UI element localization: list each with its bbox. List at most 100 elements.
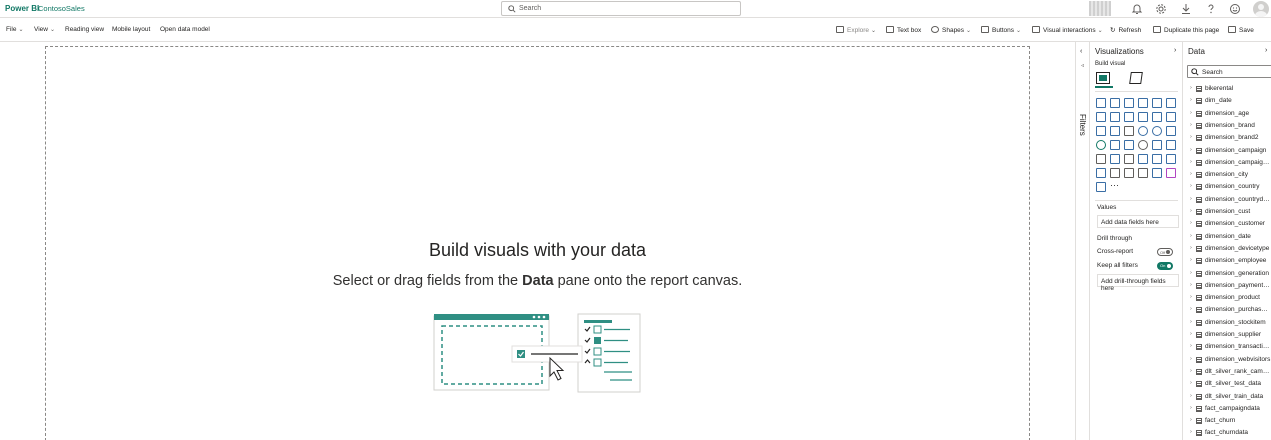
area-chart-icon[interactable]	[1110, 112, 1120, 122]
shapes-button[interactable]: Shapes ⌄	[931, 26, 971, 34]
data-table-item[interactable]: › dimension_campaign	[1183, 145, 1271, 157]
clustered-column-chart-icon[interactable]	[1138, 98, 1148, 108]
filled-map-icon[interactable]	[1110, 140, 1120, 150]
smart-narrative-icon[interactable]	[1096, 182, 1106, 192]
data-table-item[interactable]: › dim_date	[1183, 95, 1271, 107]
qna-icon[interactable]	[1096, 168, 1106, 178]
chevron-right-icon[interactable]: ›	[1190, 134, 1192, 140]
line-chart-icon[interactable]	[1096, 112, 1106, 122]
data-table-item[interactable]: › dimension_employee	[1183, 255, 1271, 267]
data-table-item[interactable]: › dimension_transactiont...	[1183, 341, 1271, 353]
cross-report-toggle[interactable]: Off	[1157, 248, 1173, 256]
data-table-item[interactable]: › dimension_devicetype	[1183, 243, 1271, 255]
notifications-icon[interactable]	[1131, 3, 1143, 15]
data-table-item[interactable]: › dimension_customer	[1183, 218, 1271, 230]
data-table-item[interactable]: › fact_churn	[1183, 415, 1271, 427]
chevron-right-icon[interactable]: ›	[1190, 147, 1192, 153]
stacked-bar-chart-icon[interactable]	[1096, 98, 1106, 108]
decomposition-tree-icon[interactable]	[1166, 154, 1176, 164]
chevron-right-icon[interactable]: ›	[1190, 417, 1192, 423]
data-table-item[interactable]: › dimension_city	[1183, 169, 1271, 181]
line-and-clustered-column-icon[interactable]	[1152, 112, 1162, 122]
data-search-input[interactable]: Search	[1187, 65, 1271, 78]
matrix-icon[interactable]	[1138, 154, 1148, 164]
settings-icon[interactable]	[1155, 3, 1167, 15]
report-name[interactable]: ContosoSales	[38, 4, 85, 13]
account-info[interactable]	[1089, 1, 1111, 16]
filters-pane-collapsed[interactable]: ‹ ◃ Filters	[1075, 42, 1090, 440]
data-table-item[interactable]: › dimension_country	[1183, 181, 1271, 193]
feedback-icon[interactable]	[1229, 3, 1241, 15]
chevron-right-icon[interactable]: ›	[1190, 245, 1192, 251]
view-menu[interactable]: View ⌄	[34, 26, 55, 33]
chevron-right-icon[interactable]: ›	[1190, 97, 1192, 103]
stacked-column-chart-icon[interactable]	[1110, 98, 1120, 108]
chevron-right-icon[interactable]: ›	[1190, 282, 1192, 288]
kpi-icon[interactable]	[1096, 154, 1106, 164]
data-table-item[interactable]: › dimension_age	[1183, 108, 1271, 120]
data-table-item[interactable]: › dimension_supplier	[1183, 329, 1271, 341]
data-table-item[interactable]: › dlt_silver_train_data	[1183, 391, 1271, 403]
duplicate-page-button[interactable]: Duplicate this page	[1153, 26, 1219, 34]
chevron-right-icon[interactable]: ›	[1190, 343, 1192, 349]
chevron-right-icon[interactable]: ›	[1190, 319, 1192, 325]
pie-chart-icon[interactable]	[1138, 126, 1148, 136]
scatter-chart-icon[interactable]	[1124, 126, 1134, 136]
donut-chart-icon[interactable]	[1152, 126, 1162, 136]
funnel-chart-icon[interactable]	[1110, 126, 1120, 136]
card-icon[interactable]	[1152, 140, 1162, 150]
narrative-icon[interactable]	[1110, 168, 1120, 178]
ribbon-chart-icon[interactable]	[1166, 112, 1176, 122]
data-table-item[interactable]: › dimension_cust	[1183, 206, 1271, 218]
data-table-item[interactable]: › dimension_generation	[1183, 268, 1271, 280]
download-icon[interactable]	[1180, 3, 1192, 15]
chevron-right-icon[interactable]: ›	[1190, 380, 1192, 386]
data-table-item[interactable]: › dimension_countrydata	[1183, 194, 1271, 206]
chevron-right-icon[interactable]: ›	[1190, 122, 1192, 128]
slicer-icon[interactable]	[1110, 154, 1120, 164]
chevron-right-icon[interactable]: ›	[1190, 220, 1192, 226]
chevron-right-icon[interactable]: ›	[1190, 368, 1192, 374]
visual-interactions-button[interactable]: Visual interactions ⌄	[1032, 26, 1103, 34]
mobile-layout-button[interactable]: Mobile layout	[112, 26, 150, 33]
data-table-item[interactable]: › dlt_silver_test_data	[1183, 378, 1271, 390]
refresh-button[interactable]: ↻ Refresh	[1110, 26, 1141, 34]
chevron-right-icon[interactable]: ›	[1174, 47, 1176, 54]
power-apps-icon[interactable]	[1152, 168, 1162, 178]
keep-all-filters-toggle[interactable]: On	[1157, 262, 1173, 270]
chevron-right-icon[interactable]: ›	[1190, 110, 1192, 116]
avatar[interactable]	[1253, 1, 1269, 17]
chevron-right-icon[interactable]: ›	[1190, 306, 1192, 312]
stacked-area-chart-icon[interactable]	[1124, 112, 1134, 122]
chevron-right-icon[interactable]: ›	[1190, 171, 1192, 177]
key-influencers-icon[interactable]	[1152, 154, 1162, 164]
multi-row-card-icon[interactable]	[1166, 140, 1176, 150]
data-table-item[interactable]: › dlt_silver_rank_campaign	[1183, 366, 1271, 378]
explore-button[interactable]: Explore ⌄	[836, 26, 876, 34]
chevron-right-icon[interactable]: ›	[1190, 159, 1192, 165]
chevron-right-icon[interactable]: ›	[1190, 233, 1192, 239]
100-stacked-bar-chart-icon[interactable]	[1152, 98, 1162, 108]
chevron-right-icon[interactable]: ›	[1190, 393, 1192, 399]
data-table-item[interactable]: › dimension_brand	[1183, 120, 1271, 132]
data-table-item[interactable]: › dimension_stockitem	[1183, 317, 1271, 329]
build-visual-tab-icon[interactable]	[1096, 72, 1110, 84]
chevron-right-icon[interactable]: ›	[1265, 47, 1267, 54]
clustered-bar-chart-icon[interactable]	[1124, 98, 1134, 108]
data-table-item[interactable]: › bikerental	[1183, 83, 1271, 95]
data-table-item[interactable]: › dimension_brand2	[1183, 132, 1271, 144]
open-data-model-button[interactable]: Open data model	[160, 26, 210, 33]
app-brand[interactable]: Power BI	[5, 4, 39, 13]
data-table-item[interactable]: › fact_churndata	[1183, 427, 1271, 439]
drill-through-drop-zone[interactable]: Add drill-through fields here	[1097, 274, 1179, 292]
paginated-report-icon[interactable]	[1138, 168, 1148, 178]
data-table-item[interactable]: › dimension_paymentme...	[1183, 280, 1271, 292]
data-table-item[interactable]: › dimension_date	[1183, 231, 1271, 243]
data-table-item[interactable]: › dimension_campaignse...	[1183, 157, 1271, 169]
data-table-item[interactable]: › fact_campaigndata	[1183, 403, 1271, 415]
format-visual-tab-icon[interactable]	[1129, 72, 1143, 84]
values-drop-zone[interactable]: Add data fields here	[1097, 215, 1179, 228]
100-stacked-column-chart-icon[interactable]	[1166, 98, 1176, 108]
chevron-right-icon[interactable]: ›	[1190, 85, 1192, 91]
data-table-item[interactable]: › dimension_purchasese...	[1183, 304, 1271, 316]
